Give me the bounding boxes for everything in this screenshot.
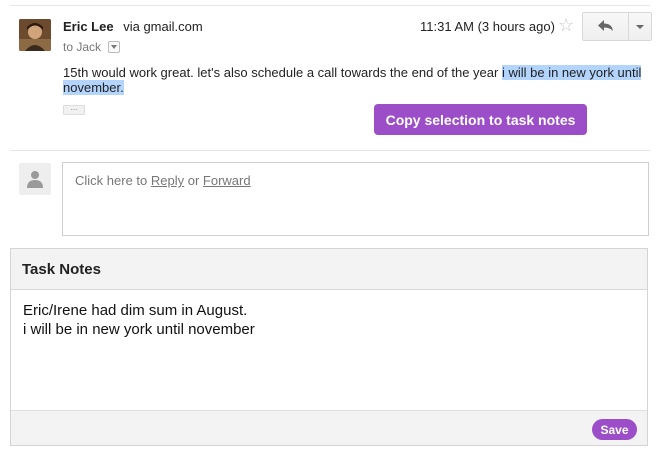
email-timestamp[interactable]: 11:31 AM (3 hours ago) bbox=[420, 19, 555, 34]
copy-selection-button[interactable]: Copy selection to task notes bbox=[374, 104, 587, 135]
sender-name[interactable]: Eric Lee bbox=[63, 19, 114, 34]
reply-button[interactable] bbox=[583, 13, 629, 40]
reply-input-box[interactable]: Click here to Reply or Forward bbox=[62, 162, 649, 236]
sender-avatar[interactable] bbox=[19, 19, 51, 51]
recipient-line: to Jack bbox=[63, 40, 121, 54]
task-notes-title: Task Notes bbox=[22, 261, 101, 278]
reply-arrow-icon bbox=[598, 20, 613, 31]
email-body-text: 15th would work great. let's also schedu… bbox=[63, 65, 502, 80]
task-notes-textarea[interactable]: Eric/Irene had dim sum in August. i will… bbox=[23, 301, 635, 339]
person-icon bbox=[27, 171, 43, 188]
email-body[interactable]: 15th would work great. let's also schedu… bbox=[63, 65, 643, 95]
star-icon[interactable]: ☆ bbox=[558, 15, 574, 36]
task-notes-panel: Task Notes Eric/Irene had dim sum in Aug… bbox=[10, 248, 648, 446]
task-note-line: i will be in new york until november bbox=[23, 321, 255, 338]
reply-link[interactable]: Reply bbox=[151, 173, 184, 188]
task-note-line: Eric/Irene had dim sum in August. bbox=[23, 302, 248, 319]
sender-via: via gmail.com bbox=[123, 19, 203, 34]
user-avatar bbox=[19, 163, 51, 195]
show-details-dropdown-icon[interactable] bbox=[108, 40, 121, 53]
forward-link[interactable]: Forward bbox=[203, 173, 251, 188]
top-divider bbox=[10, 5, 650, 6]
reply-prompt-prefix: Click here to bbox=[75, 173, 151, 188]
reply-button-group bbox=[582, 12, 652, 41]
reply-prompt: Click here to Reply or Forward bbox=[75, 173, 251, 188]
sender-line: Eric Lee via gmail.com bbox=[63, 19, 203, 34]
message-divider bbox=[10, 150, 650, 151]
task-notes-header: Task Notes bbox=[11, 249, 647, 290]
recipient-text: to Jack bbox=[63, 40, 102, 54]
task-notes-footer: Save bbox=[11, 410, 647, 445]
more-options-dropdown[interactable] bbox=[629, 13, 651, 40]
show-trimmed-content-button[interactable]: ... bbox=[63, 104, 85, 115]
reply-or-text: or bbox=[184, 173, 203, 188]
save-button[interactable]: Save bbox=[592, 419, 637, 440]
